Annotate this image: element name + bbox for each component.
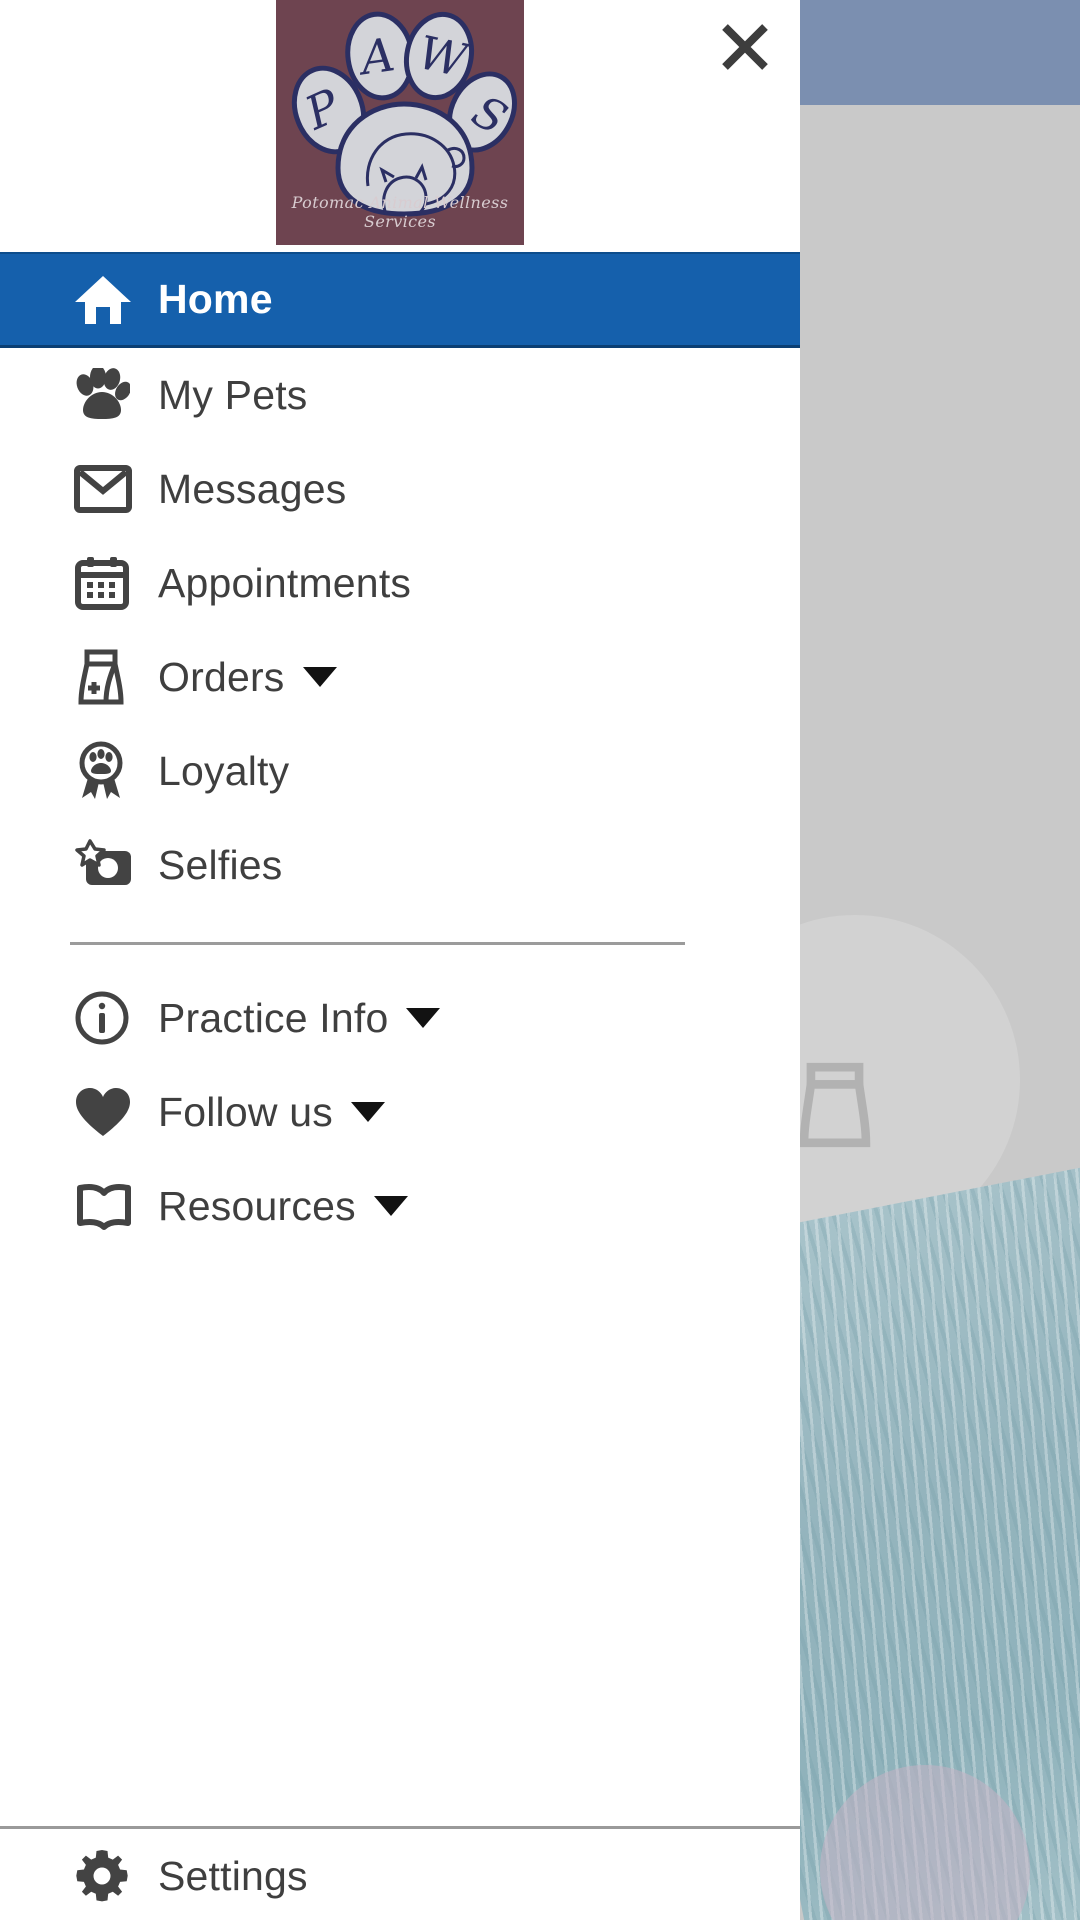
footer-menu: Settings — [0, 1829, 800, 1920]
chevron-down-icon[interactable] — [302, 667, 337, 687]
award-ribbon-icon — [74, 741, 158, 801]
background-app-header: 5 — [800, 0, 1080, 105]
menu-item-label: Messages — [158, 465, 347, 512]
chevron-down-icon[interactable] — [406, 1008, 441, 1028]
paws-logo: P A W S Potomac Animal Wellness Services — [276, 0, 524, 245]
menu-item-follow-us[interactable]: Follow us — [0, 1065, 800, 1159]
food-bag-icon — [74, 648, 158, 706]
menu-item-label: Follow us — [158, 1088, 333, 1135]
menu-item-orders[interactable]: Orders — [0, 630, 800, 724]
menu-item-label: Orders — [158, 653, 285, 700]
secondary-menu: Practice Info Follow us Resources — [0, 971, 800, 1253]
navigation-drawer: P A W S Potomac Animal Wellness Services — [0, 0, 800, 1920]
paw-print-icon — [74, 368, 158, 422]
menu-item-label: Settings — [158, 1852, 308, 1899]
envelope-icon — [74, 465, 158, 513]
menu-item-settings[interactable]: Settings — [0, 1829, 800, 1920]
menu-item-messages[interactable]: Messages — [0, 442, 800, 536]
menu-item-selfies[interactable]: Selfies — [0, 818, 800, 912]
primary-menu: Home My Pets Messages Appointments Order… — [0, 252, 800, 912]
menu-item-label: Appointments — [158, 559, 412, 606]
calendar-icon — [74, 555, 158, 611]
menu-divider — [70, 942, 685, 945]
menu-item-my-pets[interactable]: My Pets — [0, 348, 800, 442]
menu-item-label: Resources — [158, 1182, 356, 1229]
close-icon — [722, 24, 768, 70]
background-photo — [800, 105, 1080, 1920]
close-drawer-button[interactable] — [706, 8, 784, 86]
menu-item-resources[interactable]: Resources — [0, 1159, 800, 1253]
drawer-header: P A W S Potomac Animal Wellness Services — [0, 0, 800, 252]
heart-icon — [74, 1086, 158, 1138]
menu-item-label: Loyalty — [158, 747, 290, 794]
menu-item-label: Practice Info — [158, 994, 389, 1041]
background-scrim[interactable] — [690, 105, 1080, 1920]
chevron-down-icon[interactable] — [373, 1196, 408, 1216]
gear-icon — [74, 1848, 158, 1904]
camera-star-icon — [74, 839, 158, 891]
app-root: 5 — [0, 0, 1080, 1920]
menu-item-home[interactable]: Home — [0, 252, 800, 348]
menu-item-label: Home — [158, 276, 273, 322]
menu-item-label: My Pets — [158, 371, 308, 418]
menu-item-label: Selfies — [158, 841, 283, 888]
open-book-icon — [74, 1182, 158, 1230]
menu-item-loyalty[interactable]: Loyalty — [0, 724, 800, 818]
home-icon — [74, 274, 158, 326]
menu-item-appointments[interactable]: Appointments — [0, 536, 800, 630]
info-circle-icon — [74, 990, 158, 1046]
menu-item-practice-info[interactable]: Practice Info — [0, 971, 800, 1065]
chevron-down-icon[interactable] — [350, 1102, 385, 1122]
logo-tagline: Potomac Animal Wellness Services — [291, 193, 509, 231]
